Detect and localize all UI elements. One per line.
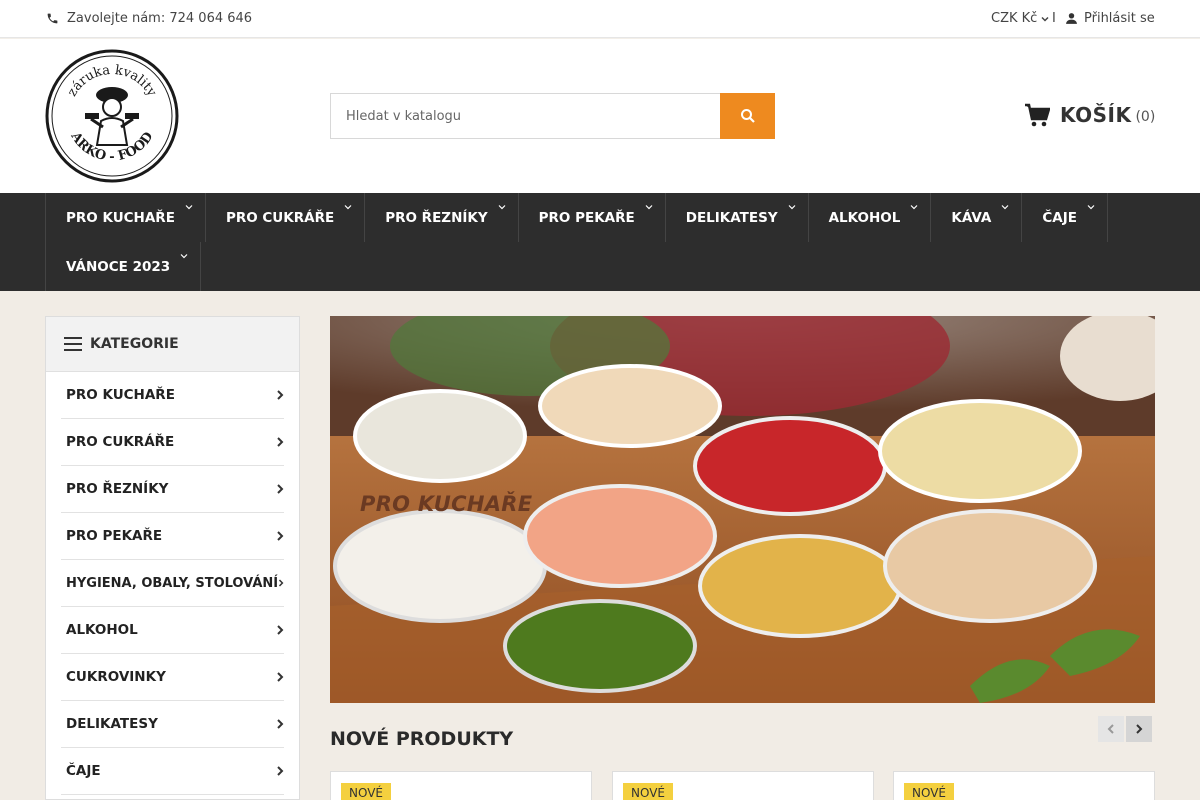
chevron-down-icon [910, 205, 918, 210]
nav-item-delikatesy[interactable]: DELIKATESY [664, 193, 809, 242]
chevron-down-icon [1087, 205, 1095, 210]
site-header: záruka kvality ARKO - FOOD KOŠÍK (0) [0, 39, 1200, 193]
phone-text: Zavolejte nám: 724 064 646 [67, 11, 253, 26]
carousel-controls [1098, 716, 1154, 742]
category-header[interactable]: KATEGORIE [46, 317, 299, 372]
nav-item-label: ČAJE [1042, 209, 1077, 226]
chevron-right-icon [277, 437, 284, 447]
chevron-down-icon [344, 205, 352, 210]
nav-item-pro-pekare[interactable]: PRO PEKAŘE [517, 193, 666, 242]
nav-row-1: PRO KUCHAŘE PRO CUKRÁŘE PRO ŘEZNÍKY PRO … [45, 193, 1108, 242]
user-icon [1066, 13, 1077, 24]
chevron-down-icon [498, 205, 506, 210]
category-item-alkohol[interactable]: ALKOHOL [61, 607, 284, 654]
cart-icon [1025, 103, 1050, 127]
cart-label: KOŠÍK [1060, 103, 1132, 127]
login-label: Přihlásit se [1084, 11, 1155, 26]
chevron-right-icon [277, 766, 284, 776]
chevron-right-icon [1136, 724, 1143, 734]
chevron-right-icon [277, 625, 284, 635]
category-item-label: DELIKATESY [66, 716, 158, 732]
search-icon [740, 109, 755, 123]
nav-item-pro-cukrare[interactable]: PRO CUKRÁŘE [204, 193, 366, 242]
chevron-left-icon [1107, 724, 1114, 734]
category-item-caje[interactable]: ČAJE [61, 748, 284, 795]
category-item-label: ČAJE [66, 763, 101, 779]
cart-count: (0) [1135, 109, 1156, 125]
search-bar [330, 93, 775, 139]
chevron-right-icon [279, 579, 284, 587]
new-badge: NOVÉ [623, 783, 674, 800]
new-badge: NOVÉ [341, 783, 392, 800]
chevron-down-icon [1001, 205, 1009, 210]
login-link[interactable]: Přihlásit se [1065, 11, 1155, 26]
nav-item-kava[interactable]: KÁVA [930, 193, 1023, 242]
category-title: KATEGORIE [90, 336, 179, 352]
nav-item-label: KÁVA [951, 209, 992, 226]
search-button[interactable] [720, 93, 775, 139]
category-item-label: PRO PEKAŘE [66, 528, 163, 544]
nav-item-pro-kuchare[interactable]: PRO KUCHAŘE [45, 193, 206, 242]
nav-item-label: VÁNOCE 2023 [66, 258, 171, 275]
category-item-label: PRO CUKRÁŘE [66, 434, 175, 450]
carousel-next-button[interactable] [1126, 716, 1152, 742]
category-item-pro-cukrare[interactable]: PRO CUKRÁŘE [61, 419, 284, 466]
nav-item-label: PRO CUKRÁŘE [225, 209, 335, 226]
carousel-prev-button[interactable] [1098, 716, 1124, 742]
chevron-right-icon [277, 390, 284, 400]
category-item-pro-rezniky[interactable]: PRO ŘEZNÍKY [61, 466, 284, 513]
product-card[interactable]: NOVÉ [330, 771, 592, 800]
category-sidebar: KATEGORIE PRO KUCHAŘE PRO CUKRÁŘE PRO ŘE… [45, 316, 300, 800]
chevron-right-icon [277, 484, 284, 494]
site-logo[interactable]: záruka kvality ARKO - FOOD [45, 49, 179, 183]
nav-item-label: PRO KUCHAŘE [66, 209, 175, 226]
category-item-label: PRO KUCHAŘE [66, 387, 175, 403]
main-navigation: PRO KUCHAŘE PRO CUKRÁŘE PRO ŘEZNÍKY PRO … [0, 193, 1200, 291]
phone-icon [47, 13, 58, 24]
category-item-label: PRO ŘEZNÍKY [66, 481, 169, 497]
category-item-pro-kuchare[interactable]: PRO KUCHAŘE [61, 372, 284, 419]
category-item-pro-pekare[interactable]: PRO PEKAŘE [61, 513, 284, 560]
chevron-right-icon [277, 672, 284, 682]
chevron-right-icon [277, 531, 284, 541]
search-input[interactable] [330, 93, 720, 139]
product-card[interactable]: NOVÉ [612, 771, 874, 800]
nav-item-pro-rezniky[interactable]: PRO ŘEZNÍKY [364, 193, 519, 242]
chevron-down-icon [185, 205, 193, 210]
banner-caption: PRO KUCHAŘE [360, 492, 533, 516]
menu-icon [64, 337, 82, 351]
nav-item-alkohol[interactable]: ALKOHOL [807, 193, 932, 242]
product-card[interactable]: NOVÉ [893, 771, 1155, 800]
phone-contact[interactable]: Zavolejte nám: 724 064 646 [46, 11, 252, 26]
chevron-right-icon [277, 719, 284, 729]
currency-selector[interactable]: CZK Kč [991, 11, 1050, 26]
chevron-down-icon [788, 205, 796, 210]
currency-label: CZK Kč [991, 11, 1038, 26]
nav-item-vanoce-2023[interactable]: VÁNOCE 2023 [45, 242, 202, 291]
hero-banner[interactable]: PRO KUCHAŘE [330, 316, 1155, 703]
category-item-label: CUKROVINKY [66, 669, 166, 685]
nav-item-label: PRO ŘEZNÍKY [385, 209, 488, 226]
category-list: PRO KUCHAŘE PRO CUKRÁŘE PRO ŘEZNÍKY PRO … [46, 372, 299, 795]
topbar-separator: I [1052, 11, 1056, 26]
chevron-down-icon [645, 205, 653, 210]
chevron-down-icon [180, 254, 188, 259]
category-item-label: ALKOHOL [66, 622, 138, 638]
nav-row-2: VÁNOCE 2023 [45, 242, 202, 291]
chevron-down-icon [1041, 16, 1049, 22]
nav-item-label: ALKOHOL [828, 209, 901, 226]
new-badge: NOVÉ [904, 783, 955, 800]
new-products-title: NOVÉ PRODUKTY [330, 728, 514, 750]
cart-button[interactable]: KOŠÍK (0) [1024, 103, 1155, 127]
category-item-cukrovinky[interactable]: CUKROVINKY [61, 654, 284, 701]
category-item-delikatesy[interactable]: DELIKATESY [61, 701, 284, 748]
top-bar: Zavolejte nám: 724 064 646 CZK Kč I Přih… [0, 0, 1200, 38]
category-item-label: HYGIENA, OBALY, STOLOVÁNÍ [66, 575, 279, 591]
nav-item-label: DELIKATESY [685, 209, 778, 226]
nav-item-caje[interactable]: ČAJE [1021, 193, 1108, 242]
category-item-hygiena[interactable]: HYGIENA, OBALY, STOLOVÁNÍ [61, 560, 284, 607]
nav-item-label: PRO PEKAŘE [538, 209, 635, 226]
